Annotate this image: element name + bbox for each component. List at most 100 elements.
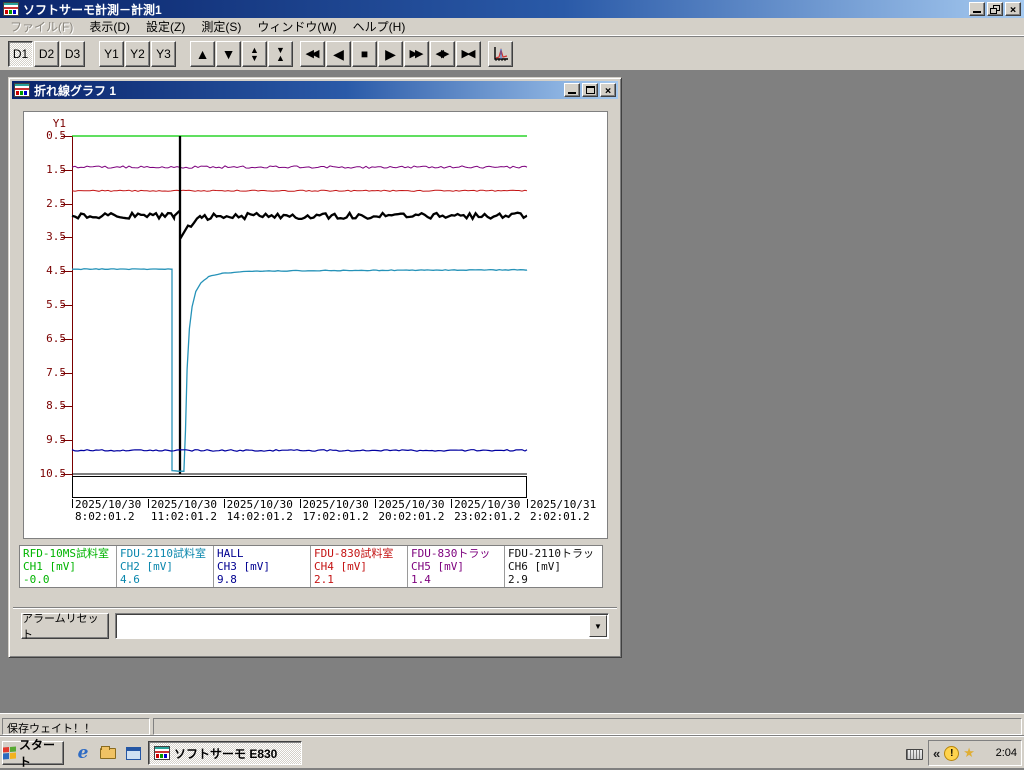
fast-rewind-button[interactable]: ◀◀ (300, 40, 325, 67)
scroll-down-button[interactable]: ▼ (216, 40, 241, 67)
compress-vertical-icon: ▼ ▲ (276, 44, 285, 63)
windows-logo-icon (3, 746, 16, 760)
compress-horizontal-icon: ▶◀ (461, 48, 476, 60)
star-tray-icon[interactable]: ★ (963, 745, 975, 761)
minimize-button[interactable] (969, 2, 985, 16)
toolbar: D1 D2 D3 Y1 Y2 Y3 ▲ ▼ ▲ ▼ ▼ ▲ ◀◀ ◀ ■ ▶ ▶▶ … (0, 37, 1024, 71)
expand-vertical-button[interactable]: ▲ ▼ (242, 40, 267, 67)
system-tray: « ! ★ 2:04 (928, 740, 1022, 766)
stop-button[interactable]: ■ (352, 40, 377, 67)
step-back-icon: ◀ (333, 45, 344, 62)
ch2-value: 4.6 (120, 573, 140, 586)
expand-vertical-icon: ▲ ▼ (250, 44, 259, 63)
y-tick-mark (61, 305, 72, 306)
step-back-button[interactable]: ◀ (326, 40, 351, 67)
scroll-up-icon: ▲ (195, 45, 210, 62)
compress-horizontal-button[interactable]: ▶◀ (456, 40, 481, 67)
legend-cell-ch6: FDU-2110トラッ CH6 [mV] 2.9 (505, 546, 602, 587)
ch4-label: CH4 [mV] (314, 560, 367, 573)
expand-horizontal-button[interactable]: ◀▶ (430, 40, 455, 67)
trace-ch4 (71, 189, 528, 192)
channel-legend: RFD-10MS試料室 CH1 [mV] -0.0 FDU-2110試料室 CH… (19, 545, 603, 588)
fast-forward-button[interactable]: ▶▶ (404, 40, 429, 67)
combobox-dropdown-button[interactable]: ▼ (589, 615, 607, 637)
y-tick-label: 2.5 (46, 196, 66, 210)
ch1-name: RFD-10MS試料室 (23, 547, 109, 560)
graph-window: 折れ線グラフ 1 × Y1 0.5 1.5 2.5 3.5 4.5 5.5 6.5 7.5 8.… (8, 77, 622, 658)
x-tick-mark (147, 499, 149, 508)
menu-window[interactable]: ウィンドウ(W) (249, 17, 344, 36)
taskbar-app-label: ソフトサーモ E830 (174, 746, 278, 761)
ch6-label: CH6 [mV] (508, 560, 561, 573)
ch1-value: -0.0 (23, 573, 50, 586)
close-button[interactable]: × (1005, 2, 1021, 16)
ch4-name: FDU-830試料室 (314, 547, 394, 560)
graph-settings-button[interactable] (488, 40, 513, 67)
quicklaunch-outlook-icon[interactable] (122, 743, 144, 763)
ch4-value: 2.1 (314, 573, 334, 586)
security-shield-icon[interactable]: ! (944, 745, 960, 761)
legend-cell-ch5: FDU-830トラッ CH5 [mV] 1.4 (408, 546, 505, 587)
quicklaunch-ie-icon[interactable]: e (72, 743, 94, 763)
y-tick-label: 4.5 (46, 264, 66, 278)
menu-measure[interactable]: 測定(S) (193, 17, 249, 36)
alarm-combobox-value[interactable] (116, 614, 589, 638)
compress-vertical-button[interactable]: ▼ ▲ (268, 40, 293, 67)
alarm-combobox[interactable]: ▼ (115, 613, 609, 639)
scroll-up-button[interactable]: ▲ (190, 40, 215, 67)
ch6-name: FDU-2110トラッ (508, 547, 594, 560)
toolbar-y1-button[interactable]: Y1 (99, 40, 124, 67)
x-tick-mark (299, 499, 301, 508)
time-range-box[interactable] (72, 476, 527, 498)
ch6-value: 2.9 (508, 573, 528, 586)
ch2-label: CH2 [mV] (120, 560, 173, 573)
status-message: 保存ウェイト！！ (2, 718, 150, 735)
alarm-reset-button[interactable]: アラームリセット (21, 613, 109, 641)
taskbar-clock[interactable]: 2:04 (996, 747, 1017, 759)
graph-minimize-button[interactable] (564, 83, 580, 97)
y-tick-label: 7.5 (46, 365, 66, 379)
ch5-name: FDU-830トラッ (411, 547, 491, 560)
restore-button[interactable] (987, 2, 1003, 16)
fast-forward-icon: ▶▶ (409, 48, 424, 60)
toolbar-y3-button[interactable]: Y3 (151, 40, 176, 67)
graph-close-button[interactable]: × (600, 83, 616, 97)
menu-help[interactable]: ヘルプ(H) (345, 17, 414, 36)
step-forward-button[interactable]: ▶ (378, 40, 403, 67)
main-titlebar[interactable]: ソフトサーモ計測－計測1 × (0, 0, 1024, 18)
menu-settings[interactable]: 設定(Z) (138, 17, 193, 36)
legend-cell-ch4: FDU-830試料室 CH4 [mV] 2.1 (311, 546, 408, 587)
y-tick-label: 0.5 (46, 129, 66, 142)
x-tick-label: 2025/10/30 20:02:01.2 (378, 498, 445, 523)
y-tick-label: 5.5 (46, 298, 66, 311)
step-forward-icon: ▶ (385, 45, 396, 62)
toolbar-d2-button[interactable]: D2 (34, 40, 59, 67)
y-tick-mark (61, 406, 72, 408)
taskbar-app-button[interactable]: ソフトサーモ E830 (148, 741, 302, 765)
start-button[interactable]: スタート (2, 738, 64, 769)
keyboard-layout-icon[interactable] (906, 749, 923, 760)
quicklaunch-folder-icon[interactable] (97, 743, 119, 763)
toolbar-d3-button[interactable]: D3 (60, 40, 85, 67)
x-tick-label: 2025/10/30 17:02:01.2 (302, 498, 369, 523)
x-tick-mark (451, 499, 453, 508)
start-label: スタート (19, 738, 56, 769)
x-tick-label: 2025/10/31 2:02:01.2 (530, 498, 597, 523)
menu-file: ファイル(F) (10, 20, 74, 34)
graph-maximize-button[interactable] (582, 83, 598, 97)
graph-window-icon (14, 83, 30, 97)
toolbar-y2-button[interactable]: Y2 (125, 40, 150, 67)
chevron-down-icon: ▼ (594, 621, 602, 631)
graph-window-title: 折れ線グラフ 1 (34, 83, 117, 98)
y-tick-mark (61, 271, 72, 273)
menu-view[interactable]: 表示(D) (81, 17, 138, 36)
tray-chevron-icon[interactable]: « (933, 746, 940, 761)
toolbar-d1-button[interactable]: D1 (8, 40, 33, 67)
y-tick-mark (61, 338, 72, 340)
legend-cell-ch3: HALL CH3 [mV] 9.8 (214, 546, 311, 587)
expand-horizontal-icon: ◀▶ (435, 48, 450, 60)
x-tick-label: 2025/10/30 14:02:01.2 (226, 498, 293, 523)
graph-window-titlebar[interactable]: 折れ線グラフ 1 × (12, 81, 618, 99)
y-tick-label: 1.5 (46, 162, 66, 176)
ch2-name: FDU-2110試料室 (120, 547, 206, 560)
